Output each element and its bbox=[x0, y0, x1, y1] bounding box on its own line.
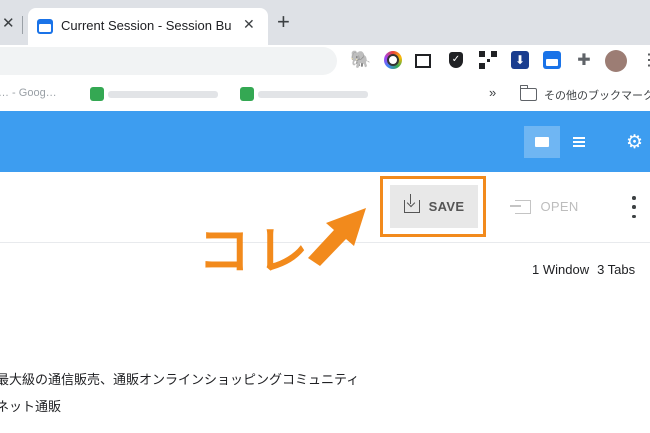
avatar[interactable] bbox=[605, 50, 627, 72]
open-button[interactable]: OPEN bbox=[505, 185, 589, 228]
download-icon[interactable]: ⬇ bbox=[511, 51, 529, 69]
open-import-icon bbox=[510, 199, 532, 214]
bookmarks-overflow-icon[interactable]: » bbox=[489, 85, 496, 100]
puzzle-icon[interactable]: ✚ bbox=[575, 51, 593, 69]
annotation-label: コレ bbox=[198, 223, 315, 281]
save-button-label: SAVE bbox=[428, 199, 465, 214]
browser-toolbar: 🐘 ✓ ⬇ ✚ ⋮ bbox=[0, 45, 650, 78]
list-view-icon bbox=[573, 137, 585, 147]
tab-strip: ✕ Current Session - Session Buddy ✕ + bbox=[0, 0, 650, 45]
bookmark-item[interactable]: … - Goog… bbox=[0, 87, 78, 101]
qr-code-icon[interactable] bbox=[479, 51, 497, 69]
folder-icon[interactable] bbox=[519, 85, 537, 101]
evernote-icon[interactable]: 🐘 bbox=[350, 50, 371, 69]
active-tab[interactable]: Current Session - Session Buddy ✕ bbox=[28, 8, 268, 45]
close-tab-icon[interactable]: ✕ bbox=[2, 14, 15, 32]
list-view-button[interactable] bbox=[561, 126, 597, 158]
open-button-label: OPEN bbox=[540, 199, 579, 214]
app-header: ⚙ bbox=[0, 111, 650, 172]
new-tab-button[interactable]: + bbox=[277, 9, 290, 35]
tab-count: 3 Tabs bbox=[597, 262, 636, 277]
close-tab-icon[interactable]: ✕ bbox=[243, 16, 255, 33]
tab-separator bbox=[22, 16, 23, 34]
session-counts: 1 Window 3 Tabs bbox=[532, 262, 635, 277]
bookmark-favicon-icon[interactable] bbox=[240, 87, 254, 101]
shield-icon[interactable]: ✓ bbox=[447, 51, 465, 69]
tab-list-item[interactable]: 最大級の通信販売、通販オンラインショッピングコミュニティ bbox=[0, 369, 359, 388]
gear-icon[interactable]: ⚙ bbox=[626, 131, 643, 154]
bookmark-item[interactable] bbox=[108, 91, 218, 98]
browser-menu-icon[interactable]: ⋮ bbox=[641, 50, 650, 70]
session-buddy-favicon-icon bbox=[37, 19, 53, 34]
tab-title: Current Session - Session Buddy bbox=[61, 18, 231, 33]
window-count: 1 Window bbox=[532, 262, 590, 277]
more-menu-icon[interactable] bbox=[625, 196, 643, 218]
address-bar[interactable] bbox=[0, 47, 337, 75]
save-download-icon bbox=[403, 194, 420, 213]
save-button[interactable]: SAVE bbox=[390, 185, 478, 228]
session-buddy-icon[interactable] bbox=[543, 51, 561, 69]
bookmark-item[interactable] bbox=[258, 91, 368, 98]
screen-capture-icon[interactable] bbox=[415, 54, 431, 68]
grid-view-icon bbox=[535, 137, 549, 147]
bookmark-favicon-icon[interactable] bbox=[90, 87, 104, 101]
grid-view-button[interactable] bbox=[524, 126, 560, 158]
tab-list-item[interactable]: ネット通販 bbox=[0, 396, 61, 415]
bookmarks-bar: … - Goog… » その他のブックマーク bbox=[0, 78, 650, 112]
color-picker-icon[interactable] bbox=[384, 51, 402, 69]
other-bookmarks-folder[interactable]: その他のブックマーク bbox=[544, 87, 650, 103]
